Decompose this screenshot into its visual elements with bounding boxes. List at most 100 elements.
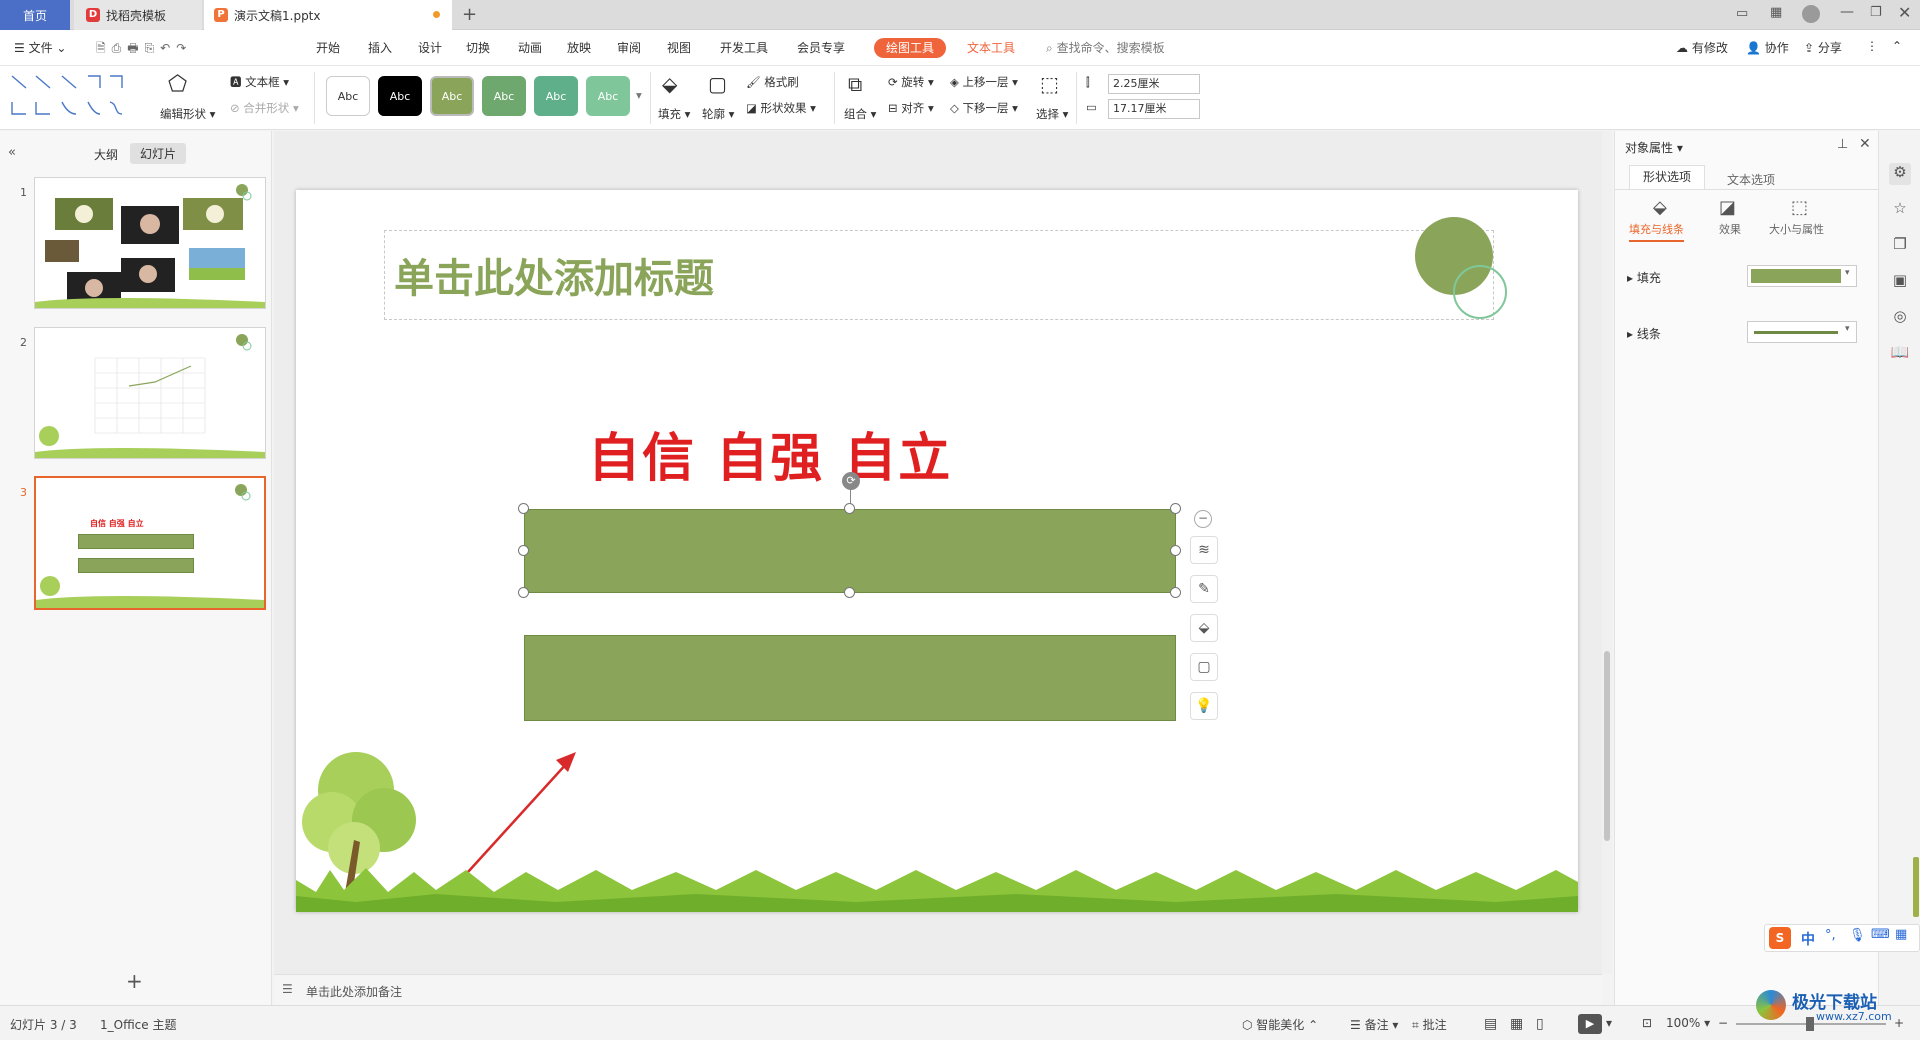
shape-style-teal[interactable]: Abc xyxy=(534,76,578,116)
bring-forward-button[interactable]: ◈ 上移一层 ▾ xyxy=(950,74,1018,90)
slide-heading[interactable]: 自信 自强 自立 xyxy=(588,416,952,491)
tab-drawing-tools[interactable]: 绘图工具 xyxy=(874,38,947,58)
shape-style-black[interactable]: Abc xyxy=(378,76,422,116)
lightbulb-icon[interactable]: 💡 xyxy=(1190,692,1218,720)
menu-tab-0[interactable]: 开始 xyxy=(316,39,340,56)
subtab-size-properties[interactable]: 大小与属性 xyxy=(1769,221,1824,237)
microphone-icon[interactable]: 🎙 xyxy=(1849,928,1866,943)
slides-tab[interactable]: 幻灯片 xyxy=(130,143,187,164)
resize-handle-w[interactable] xyxy=(518,545,529,556)
zoom-out-icon[interactable]: − xyxy=(1718,1016,1728,1030)
book-icon[interactable]: 📖 xyxy=(1889,343,1911,365)
edit-shape-button[interactable]: 编辑形状 ▾ xyxy=(160,106,215,122)
shape-style-olive[interactable]: Abc xyxy=(430,76,474,116)
menu-tab-8[interactable]: 开发工具 xyxy=(720,39,768,56)
comments-toggle[interactable]: ⌗ 批注 xyxy=(1412,1016,1447,1033)
fill-color-picker[interactable]: ▾ xyxy=(1747,265,1857,287)
play-options-icon[interactable]: ▾ xyxy=(1606,1016,1612,1030)
ime-toolbar[interactable]: S 中 °, 🎙 ⌨ ▦ xyxy=(1764,924,1920,952)
keyboard-icon[interactable]: ⌨ xyxy=(1871,927,1890,942)
collapse-panel-icon[interactable]: « xyxy=(8,145,16,160)
subtab-fill-line[interactable]: 填充与线条 xyxy=(1629,221,1684,242)
outline-float-icon[interactable]: ▢ xyxy=(1190,653,1218,681)
resize-handle-s[interactable] xyxy=(844,587,855,598)
shape-effects-button[interactable]: ◪ 形状效果 ▾ xyxy=(746,100,816,116)
minimize-icon[interactable]: — xyxy=(1840,4,1854,20)
punctuation-icon[interactable]: °, xyxy=(1825,928,1836,943)
scrollbar-thumb[interactable] xyxy=(1604,651,1610,841)
file-menu[interactable]: ☰ 文件 ⌄ xyxy=(14,39,66,56)
fill-section[interactable]: ▸ 填充 xyxy=(1627,269,1661,286)
reading-view-icon[interactable]: ▯ xyxy=(1536,1016,1544,1032)
menu-tab-9[interactable]: 会员专享 xyxy=(797,39,845,56)
format-painter-button[interactable]: 🖌 格式刷 xyxy=(746,74,799,90)
window-layout-icon[interactable]: ▭ xyxy=(1736,6,1748,21)
shape-style-mint[interactable]: Abc xyxy=(586,76,630,116)
tab-home[interactable]: 首页 xyxy=(0,0,70,30)
notes-bar[interactable]: ☰ 单击此处添加备注 xyxy=(274,974,1602,1005)
properties-icon[interactable]: ⚙ xyxy=(1889,163,1911,185)
pen-icon[interactable]: ✎ xyxy=(1190,575,1218,603)
tab-text-tools[interactable]: 文本工具 xyxy=(967,39,1015,56)
add-slide-icon[interactable]: + xyxy=(126,969,143,993)
align-button[interactable]: ⊟ 对齐 ▾ xyxy=(888,100,934,116)
slide-thumbnail-1[interactable] xyxy=(34,177,266,309)
more-icon[interactable]: ⋮ xyxy=(1866,39,1878,53)
subtab-effects[interactable]: 效果 xyxy=(1719,221,1741,237)
selected-rectangle-shape[interactable] xyxy=(524,509,1176,593)
tab-shape-options[interactable]: 形状选项 xyxy=(1629,165,1705,189)
resize-handle-se[interactable] xyxy=(1170,587,1181,598)
slide-thumbnail-3[interactable]: 自信 自强 自立 xyxy=(34,476,266,610)
new-tab-icon[interactable]: + xyxy=(462,4,477,25)
collapse-ribbon-icon[interactable]: ⌃ xyxy=(1892,39,1902,53)
style-gallery-more-icon[interactable]: ▾ xyxy=(636,88,642,102)
line-style-picker[interactable]: ▾ xyxy=(1747,321,1857,343)
outline-tab[interactable]: 大纲 xyxy=(94,146,118,163)
fit-window-icon[interactable]: ⊡ xyxy=(1642,1016,1652,1030)
animation-icon[interactable]: ☆ xyxy=(1889,199,1911,221)
menu-tab-7[interactable]: 视图 xyxy=(667,39,691,56)
layers-icon[interactable]: ≋ xyxy=(1190,536,1218,564)
fill-button[interactable]: 填充 ▾ xyxy=(658,106,690,122)
height-input[interactable]: 2.25厘米 xyxy=(1108,74,1200,94)
location-icon[interactable]: ◎ xyxy=(1889,307,1911,329)
send-backward-button[interactable]: ◇ 下移一层 ▾ xyxy=(950,100,1018,116)
share-button[interactable]: ⇪ 分享 xyxy=(1804,39,1842,56)
text-box-button[interactable]: 🅰 文本框 ▾ xyxy=(230,74,289,90)
resize-handle-e[interactable] xyxy=(1170,545,1181,556)
slide-sorter-icon[interactable]: ▦ xyxy=(1510,1016,1523,1032)
zoom-level[interactable]: 100% ▾ xyxy=(1666,1016,1710,1030)
smart-beautify-button[interactable]: ⬡ 智能美化 ⌃ xyxy=(1242,1016,1318,1033)
close-icon[interactable]: ✕ xyxy=(1898,3,1911,22)
quick-access-toolbar[interactable]: 🗎⎙🖶⎘↶↷ xyxy=(96,39,192,60)
play-slideshow-icon[interactable]: ▶ xyxy=(1578,1014,1602,1034)
slides-layout-icon[interactable]: ❐ xyxy=(1889,235,1911,257)
image-icon[interactable]: ▣ xyxy=(1889,271,1911,293)
apps-grid-icon[interactable]: ▦ xyxy=(1770,5,1782,20)
theme-name[interactable]: 1_Office 主题 xyxy=(100,1016,176,1033)
collaborate-button[interactable]: 👤 协作 xyxy=(1746,39,1789,56)
normal-view-icon[interactable]: ▤ xyxy=(1484,1016,1497,1032)
tab-document[interactable]: P 演示文稿1.pptx xyxy=(204,0,452,30)
menu-tab-2[interactable]: 设计 xyxy=(418,39,442,56)
menu-tab-4[interactable]: 动画 xyxy=(518,39,542,56)
menu-tab-5[interactable]: 放映 xyxy=(567,39,591,56)
command-search[interactable]: ⌕ 查找命令、搜索模板 xyxy=(1046,39,1165,56)
collapse-float-icon[interactable]: − xyxy=(1194,510,1212,528)
resize-handle-sw[interactable] xyxy=(518,587,529,598)
shape-style-green[interactable]: Abc xyxy=(482,76,526,116)
line-section[interactable]: ▸ 线条 xyxy=(1627,325,1661,342)
rotate-button[interactable]: ⟳ 旋转 ▾ xyxy=(888,74,934,90)
resize-handle-nw[interactable] xyxy=(518,503,529,514)
outline-button[interactable]: 轮廓 ▾ xyxy=(702,106,734,122)
fill-bucket-float-icon[interactable]: ⬙ xyxy=(1190,614,1218,642)
tab-template[interactable]: D 找稻壳模板 xyxy=(74,0,202,30)
restore-icon[interactable]: ❐ xyxy=(1870,5,1882,20)
menu-tab-1[interactable]: 插入 xyxy=(368,39,392,56)
rotate-handle-icon[interactable]: ⟳ xyxy=(842,472,860,490)
panel-title[interactable]: 对象属性 ▾ xyxy=(1625,139,1683,156)
pin-icon[interactable]: ⊥ xyxy=(1837,137,1848,152)
notes-toggle[interactable]: ☰ 备注 ▾ xyxy=(1350,1016,1398,1033)
close-panel-icon[interactable]: ✕ xyxy=(1859,136,1871,152)
shape-style-white[interactable]: Abc xyxy=(326,76,370,116)
